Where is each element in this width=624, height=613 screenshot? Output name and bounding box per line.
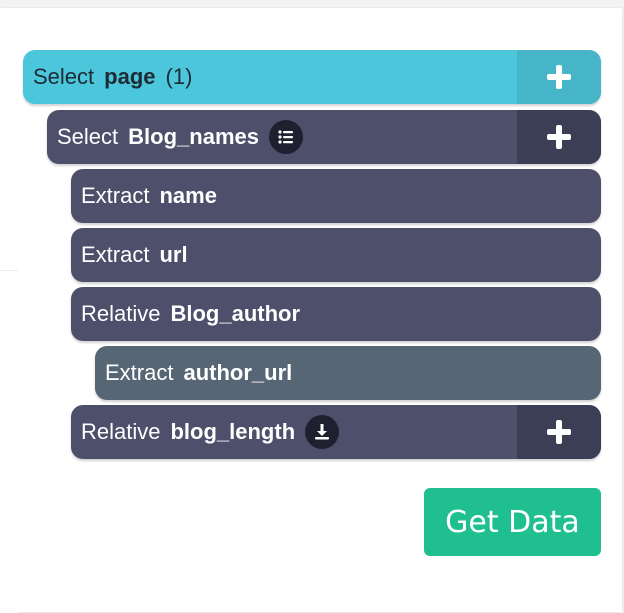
extract-name-row[interactable]: Extract name bbox=[71, 169, 601, 223]
select-page-row[interactable]: Select page (1) bbox=[23, 50, 601, 104]
add-command-button[interactable] bbox=[517, 110, 601, 164]
download-icon[interactable] bbox=[305, 415, 340, 449]
command-name: page bbox=[104, 64, 156, 89]
plus-icon bbox=[547, 420, 571, 444]
command-name: Blog_author bbox=[170, 301, 301, 326]
command-name: blog_length bbox=[170, 419, 296, 444]
extract-author-url-row[interactable]: Extract author_url bbox=[95, 346, 601, 400]
command-name: author_url bbox=[183, 360, 293, 385]
command-verb: Select bbox=[57, 124, 119, 149]
relative-blog-author-row[interactable]: Relative Blog_author bbox=[71, 287, 601, 341]
command-name: url bbox=[159, 242, 188, 267]
command-verb: Extract bbox=[105, 360, 174, 385]
command-verb: Extract bbox=[81, 183, 150, 208]
add-command-button[interactable] bbox=[517, 50, 601, 104]
plus-icon bbox=[547, 65, 571, 89]
command-verb: Relative bbox=[81, 419, 161, 444]
command-verb: Select bbox=[33, 64, 95, 89]
relative-blog-length-row[interactable]: Relative blog_length bbox=[71, 405, 601, 459]
add-command-button[interactable] bbox=[517, 405, 601, 459]
select-blog-names-row[interactable]: Select Blog_names bbox=[47, 110, 601, 164]
panel-edge bbox=[0, 270, 18, 613]
command-name: name bbox=[159, 183, 217, 208]
plus-icon bbox=[547, 125, 571, 149]
get-data-button[interactable]: Get Data bbox=[424, 488, 601, 556]
list-icon[interactable] bbox=[268, 120, 303, 154]
extract-url-row[interactable]: Extract url bbox=[71, 228, 601, 282]
command-verb: Relative bbox=[81, 301, 161, 326]
command-name: Blog_names bbox=[128, 124, 259, 149]
selection-count: (1) bbox=[165, 64, 193, 89]
command-verb: Extract bbox=[81, 242, 150, 267]
